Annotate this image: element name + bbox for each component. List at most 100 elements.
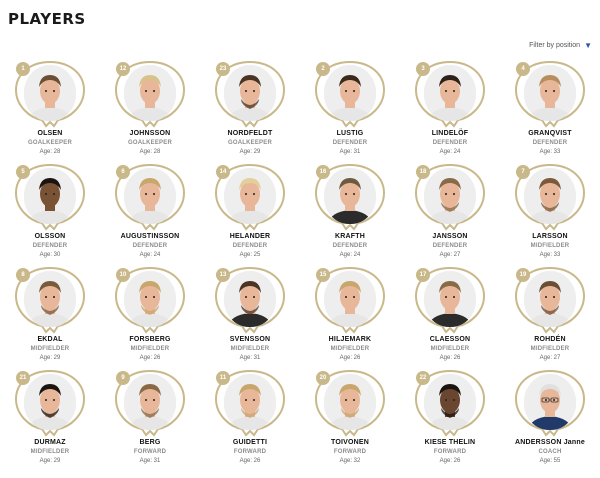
- player-name: TOIVONEN: [330, 439, 370, 446]
- player-age: Age: 28: [39, 149, 61, 155]
- player-name: JANSSON: [432, 233, 468, 240]
- player-age: Age: 26: [439, 458, 461, 464]
- player-card[interactable]: 20 TOIVONEN FORWARD Age: 32: [300, 367, 400, 470]
- player-age: Age: 26: [339, 355, 361, 361]
- player-name: AUGUSTINSSON: [120, 233, 180, 240]
- player-name: GRANQVIST: [528, 130, 572, 137]
- player-photo: [224, 65, 276, 121]
- player-position: FORWARD: [133, 449, 167, 455]
- player-card[interactable]: 16 KRAFTH DEFENDER Age: 24: [300, 161, 400, 264]
- player-name: OLSSON: [34, 233, 66, 240]
- player-name: NORDFELDT: [227, 130, 273, 137]
- player-name: OLSEN: [37, 130, 63, 137]
- player-card[interactable]: 23 NORDFELDT GOALKEEPER Age: 29: [200, 58, 300, 161]
- player-card[interactable]: 19 ROHDÉN MIDFIELDER Age: 27: [500, 264, 600, 367]
- player-card[interactable]: 10 FORSBERG MIDFIELDER Age: 26: [100, 264, 200, 367]
- player-position: GOALKEEPER: [127, 140, 172, 146]
- player-card[interactable]: 8 EKDAL MIDFIELDER Age: 29: [0, 264, 100, 367]
- player-age: Age: 29: [239, 149, 261, 155]
- player-card[interactable]: 4 GRANQVIST DEFENDER Age: 33: [500, 58, 600, 161]
- player-position: DEFENDER: [132, 243, 168, 249]
- player-card[interactable]: 5 OLSSON DEFENDER Age: 30: [0, 161, 100, 264]
- player-photo: [124, 65, 176, 121]
- player-photo: [224, 168, 276, 224]
- player-card[interactable]: 6 AUGUSTINSSON DEFENDER Age: 24: [100, 161, 200, 264]
- player-age: Age: 24: [339, 252, 361, 258]
- player-position: COACH: [538, 449, 562, 455]
- player-age: Age: 28: [139, 149, 161, 155]
- player-position: FORWARD: [233, 449, 267, 455]
- player-card[interactable]: 15 HILJEMARK MIDFIELDER Age: 26: [300, 264, 400, 367]
- jersey-number-badge: 13: [216, 268, 230, 282]
- player-card[interactable]: 14 HELANDER DEFENDER Age: 25: [200, 161, 300, 264]
- jersey-number-badge: 21: [16, 371, 30, 385]
- player-age: Age: 27: [439, 252, 461, 258]
- jersey-number-badge: 5: [16, 165, 30, 179]
- player-card[interactable]: 22 KIESE THELIN FORWARD Age: 26: [400, 367, 500, 470]
- player-photo: [424, 271, 476, 327]
- player-photo: [124, 374, 176, 430]
- player-photo: [524, 271, 576, 327]
- player-card[interactable]: 2 LUSTIG DEFENDER Age: 31: [300, 58, 400, 161]
- player-photo: [24, 65, 76, 121]
- player-age: Age: 29: [39, 355, 61, 361]
- jersey-number-badge: 23: [216, 62, 230, 76]
- player-photo: [524, 374, 576, 430]
- player-age: Age: 26: [139, 355, 161, 361]
- jersey-number-badge: 2: [316, 62, 330, 76]
- player-card[interactable]: 7 LARSSON MIDFIELDER Age: 33: [500, 161, 600, 264]
- filter-label: Filter by position: [529, 42, 581, 49]
- player-age: Age: 32: [339, 458, 361, 464]
- player-photo: [424, 168, 476, 224]
- player-name: HILJEMARK: [328, 336, 372, 343]
- player-name: LUSTIG: [336, 130, 364, 137]
- player-age: Age: 24: [139, 252, 161, 258]
- player-card[interactable]: 9 BERG FORWARD Age: 31: [100, 367, 200, 470]
- player-position: MIDFIELDER: [30, 346, 70, 352]
- player-card[interactable]: ANDERSSON Janne COACH Age: 55: [500, 367, 600, 470]
- player-photo: [24, 168, 76, 224]
- player-age: Age: 31: [139, 458, 161, 464]
- player-age: Age: 33: [539, 252, 561, 258]
- player-card[interactable]: 21 DURMAZ MIDFIELDER Age: 29: [0, 367, 100, 470]
- player-photo: [224, 271, 276, 327]
- player-age: Age: 25: [239, 252, 261, 258]
- jersey-number-badge: 9: [116, 371, 130, 385]
- player-age: Age: 30: [39, 252, 61, 258]
- player-card[interactable]: 3 LINDELÖF DEFENDER Age: 24: [400, 58, 500, 161]
- player-photo: [524, 65, 576, 121]
- player-position: MIDFIELDER: [130, 346, 170, 352]
- player-photo: [324, 271, 376, 327]
- player-name: KRAFTH: [335, 233, 365, 240]
- jersey-number-badge: 15: [316, 268, 330, 282]
- jersey-number-badge: 12: [116, 62, 130, 76]
- jersey-number-badge: 7: [516, 165, 530, 179]
- player-card[interactable]: 13 SVENSSON MIDFIELDER Age: 31: [200, 264, 300, 367]
- jersey-number-badge: 8: [16, 268, 30, 282]
- player-photo: [124, 168, 176, 224]
- jersey-number-badge: 19: [516, 268, 530, 282]
- filter-by-position-dropdown[interactable]: Filter by position ▼: [529, 41, 592, 50]
- player-photo: [524, 168, 576, 224]
- player-position: MIDFIELDER: [230, 346, 270, 352]
- player-card[interactable]: 1 OLSEN GOALKEEPER Age: 28: [0, 58, 100, 161]
- player-age: Age: 31: [339, 149, 361, 155]
- player-card[interactable]: 17 CLAESSON MIDFIELDER Age: 26: [400, 264, 500, 367]
- jersey-number-badge: 14: [216, 165, 230, 179]
- player-photo: [124, 271, 176, 327]
- player-position: DEFENDER: [332, 243, 368, 249]
- player-name: ROHDÉN: [534, 336, 566, 343]
- player-photo: [24, 271, 76, 327]
- player-name: BERG: [139, 439, 161, 446]
- player-name: DURMAZ: [34, 439, 66, 446]
- player-age: Age: 31: [239, 355, 261, 361]
- player-photo: [424, 65, 476, 121]
- player-card[interactable]: 18 JANSSON DEFENDER Age: 27: [400, 161, 500, 264]
- player-photo: [224, 374, 276, 430]
- jersey-number-badge: 4: [516, 62, 530, 76]
- player-position: GOALKEEPER: [27, 140, 72, 146]
- player-card[interactable]: 11 GUIDETTI FORWARD Age: 26: [200, 367, 300, 470]
- jersey-number-badge: 17: [416, 268, 430, 282]
- player-age: Age: 29: [39, 458, 61, 464]
- player-card[interactable]: 12 JOHNSSON GOALKEEPER Age: 28: [100, 58, 200, 161]
